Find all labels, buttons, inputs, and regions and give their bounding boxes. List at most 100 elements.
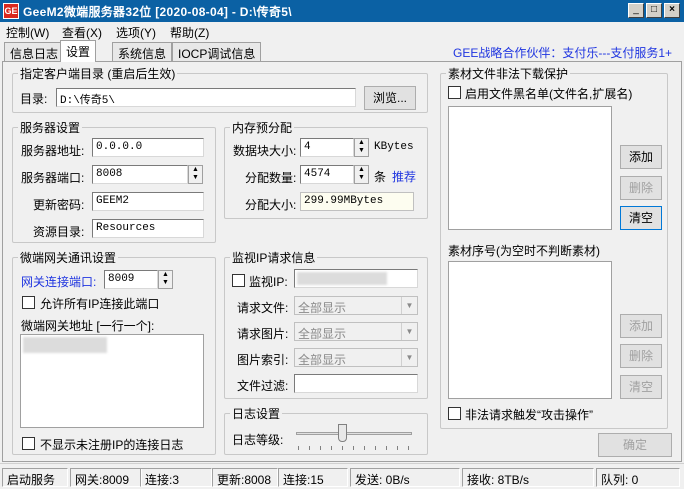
menu-view[interactable]: 查看(X) [62, 24, 102, 40]
log-level-ticks [298, 446, 410, 450]
browse-button[interactable]: 浏览... [364, 86, 416, 110]
gateway-port-input[interactable]: 8009 [104, 270, 158, 289]
blacklist-list[interactable] [448, 106, 612, 230]
status-bar: 启动服务 网关:8009 连接:3 更新:8008 连接:15 发送: 0B/s… [0, 463, 684, 489]
spin-up-icon[interactable]: ▲ [355, 139, 368, 147]
blacklist-add-button[interactable]: 添加 [620, 145, 662, 169]
alloc-size-value: 299.99MBytes [300, 192, 414, 211]
image-index-label: 图片索引: [237, 353, 289, 367]
alloc-count-input[interactable]: 4574 [300, 165, 354, 184]
blacklist-label: 启用文件黑名单(文件名,扩展名) [465, 87, 633, 101]
alloc-count-label: 分配数量: [245, 171, 297, 185]
redacted-ip [297, 272, 387, 285]
alloc-count-spinner[interactable]: ▲ ▼ [354, 165, 369, 184]
log-level-slider-thumb[interactable] [338, 424, 347, 442]
spin-down-icon[interactable]: ▼ [159, 279, 172, 287]
menu-options[interactable]: 选项(Y) [116, 24, 156, 40]
blacklist-clear-button[interactable]: 清空 [620, 206, 662, 230]
chevron-down-icon[interactable]: ▼ [401, 323, 417, 340]
spin-down-icon[interactable]: ▼ [355, 174, 368, 182]
image-index-select[interactable]: 全部显示 ▼ [294, 348, 418, 367]
title-bar[interactable]: GE GeeM2微端服务器32位 [2020-08-04] - D:\传奇5\ … [0, 0, 684, 22]
server-group-label: 服务器设置 [18, 119, 83, 136]
ok-button[interactable]: 确定 [598, 433, 672, 457]
spin-up-icon[interactable]: ▲ [189, 166, 202, 174]
gateway-group-label: 微端网关通讯设置 [18, 249, 119, 266]
close-button[interactable]: × [664, 3, 680, 18]
start-service-status[interactable]: 启动服务 [2, 468, 68, 487]
monitor-ip-label: 监视IP: [249, 275, 288, 289]
send-rate-status: 发送: 0B/s [350, 468, 460, 487]
tab-iocp-debug[interactable]: IOCP调试信息 [172, 42, 262, 61]
update-password-input[interactable]: GEEM2 [92, 192, 204, 211]
seq-delete-button[interactable]: 删除 [620, 344, 662, 368]
log-level-track[interactable] [296, 432, 412, 435]
window-title: GeeM2微端服务器32位 [2020-08-04] - D:\传奇5\ [23, 5, 292, 19]
material-seq-label: 素材序号(为空时不判断素材) [448, 244, 600, 258]
log-group-label: 日志设置 [230, 405, 283, 422]
request-image-label: 请求图片: [237, 327, 289, 341]
tab-settings[interactable]: 设置 [60, 40, 97, 62]
request-image-value: 全部显示 [298, 327, 347, 341]
block-size-unit: KBytes [374, 141, 414, 153]
blacklist-checkbox[interactable] [448, 86, 461, 99]
hide-unregistered-checkbox[interactable] [22, 437, 35, 450]
recommend-link[interactable]: 推荐 [392, 168, 416, 185]
update-password-label: 更新密码: [33, 198, 85, 212]
resource-dir-label: 资源目录: [33, 225, 85, 239]
chevron-down-icon[interactable]: ▼ [401, 297, 417, 314]
queue-status: 队列: 0 [596, 468, 680, 487]
allow-all-ip-checkbox[interactable] [22, 296, 35, 309]
log-level-label: 日志等级: [232, 433, 284, 447]
update-conn-status: 连接:15 [278, 468, 348, 487]
gateway-status: 网关:8009 [70, 468, 142, 487]
block-size-input[interactable]: 4 [300, 138, 354, 157]
protect-group-label: 素材文件非法下载保护 [446, 65, 571, 82]
resource-dir-input[interactable]: Resources [92, 219, 204, 238]
menu-control[interactable]: 控制(W) [6, 24, 49, 40]
tab-system-info[interactable]: 系统信息 [112, 42, 173, 61]
gateway-conn-status: 连接:3 [140, 468, 212, 487]
tab-info-log[interactable]: 信息日志 [4, 42, 65, 61]
chevron-down-icon[interactable]: ▼ [401, 349, 417, 366]
spin-down-icon[interactable]: ▼ [355, 147, 368, 155]
image-index-value: 全部显示 [298, 353, 347, 367]
block-size-label: 数据块大小: [233, 144, 297, 158]
spin-up-icon[interactable]: ▲ [159, 271, 172, 279]
spin-up-icon[interactable]: ▲ [355, 166, 368, 174]
partner-link[interactable]: GEE战略合作伙伴：支付乐---支付服务1+ [453, 44, 672, 61]
material-seq-list[interactable] [448, 261, 612, 399]
file-filter-label: 文件过滤: [237, 379, 289, 393]
request-image-select[interactable]: 全部显示 ▼ [294, 322, 418, 341]
gateway-address-label: 微端网关地址 [一行一个]: [21, 319, 155, 333]
monitor-ip-input[interactable] [294, 269, 418, 288]
attack-trigger-checkbox[interactable] [448, 407, 461, 420]
gateway-port-spinner[interactable]: ▲ ▼ [158, 270, 173, 289]
recv-rate-status: 接收: 8TB/s [462, 468, 594, 487]
server-port-input[interactable]: 8008 [92, 165, 188, 184]
menu-bar: 控制(W) 查看(X) 选项(Y) 帮助(Z) [0, 22, 684, 40]
server-address-input[interactable]: 0.0.0.0 [92, 138, 204, 157]
hide-unregistered-label: 不显示未注册IP的连接日志 [40, 438, 184, 452]
client-dir-group-label: 指定客户端目录 (重启后生效) [18, 65, 178, 82]
request-file-value: 全部显示 [298, 301, 347, 315]
attack-trigger-label: 非法请求触发“攻击操作” [465, 408, 593, 422]
alloc-count-unit: 条 [374, 170, 387, 184]
memory-group-label: 内存预分配 [230, 119, 295, 136]
maximize-button[interactable]: □ [646, 3, 662, 18]
block-size-spinner[interactable]: ▲ ▼ [354, 138, 369, 157]
file-filter-input[interactable] [294, 374, 418, 393]
request-file-select[interactable]: 全部显示 ▼ [294, 296, 418, 315]
blacklist-delete-button[interactable]: 删除 [620, 176, 662, 200]
spin-down-icon[interactable]: ▼ [189, 174, 202, 182]
gateway-address-list[interactable] [20, 334, 204, 428]
server-port-spinner[interactable]: ▲ ▼ [188, 165, 203, 184]
dir-input[interactable]: D:\传奇5\ [56, 88, 356, 107]
menu-help[interactable]: 帮助(Z) [170, 24, 209, 40]
update-status: 更新:8008 [212, 468, 278, 487]
seq-add-button[interactable]: 添加 [620, 314, 662, 338]
seq-clear-button[interactable]: 清空 [620, 375, 662, 399]
minimize-button[interactable]: _ [628, 3, 644, 18]
monitor-ip-checkbox[interactable] [232, 274, 245, 287]
server-port-label: 服务器端口: [21, 171, 85, 185]
